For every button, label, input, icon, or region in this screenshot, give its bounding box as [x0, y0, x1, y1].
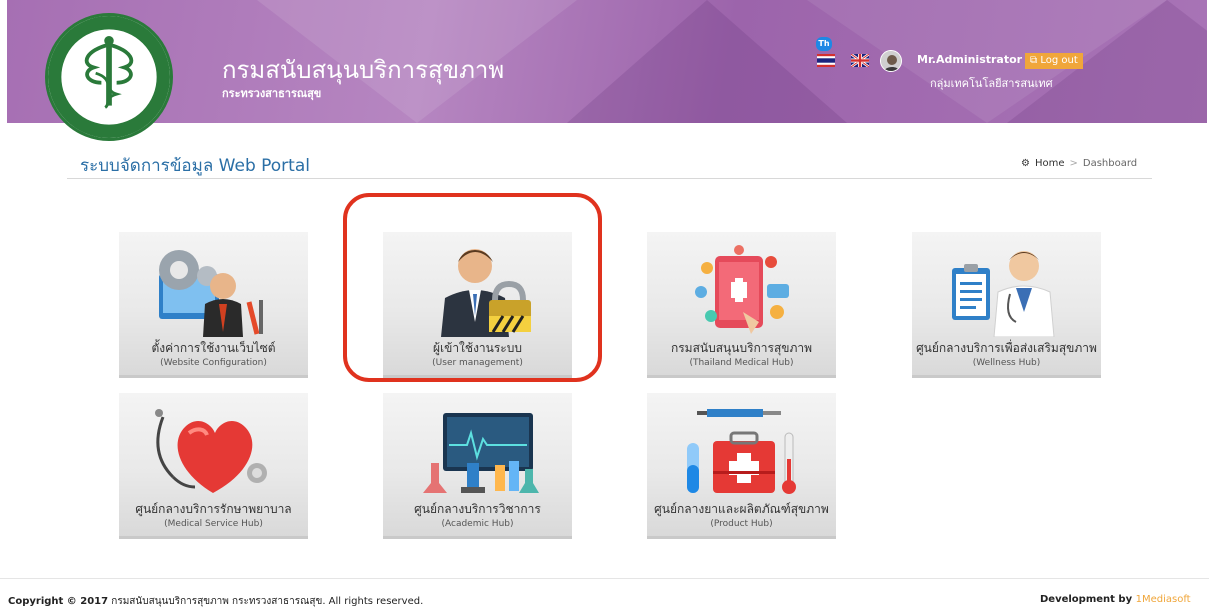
- tile-user-management[interactable]: ผู้เข้าใช้งานระบบ (User management): [383, 232, 572, 378]
- tile-product-hub[interactable]: ศูนย์กลางยาและผลิตภัณฑ์สุขภาพ (Product H…: [647, 393, 836, 539]
- tile-sublabel: (Product Hub): [710, 519, 773, 529]
- tile-sublabel: (Medical Service Hub): [164, 519, 263, 529]
- dashboard-icon: ⚙: [1021, 158, 1030, 169]
- medical-service-icon: [155, 409, 267, 493]
- logout-label: Log out: [1040, 55, 1078, 66]
- tile-label: ศูนย์กลางบริการวิชาการ: [414, 502, 541, 516]
- external-link-icon: ⧉: [1030, 55, 1038, 66]
- tile-label: ตั้งค่าการใช้งานเว็บไซต์: [151, 341, 276, 355]
- breadcrumb-current: Dashboard: [1082, 158, 1138, 169]
- tile-sublabel: (Website Configuration): [160, 358, 267, 368]
- tile-academic-hub[interactable]: ศูนย์กลางบริการวิชาการ (Academic Hub): [383, 393, 572, 539]
- tile-sublabel: (Thailand Medical Hub): [689, 358, 794, 368]
- wellness-hub-icon: [952, 251, 1055, 337]
- tile-wellness-hub[interactable]: ศูนย์กลางบริการเพื่อส่งเสริมสุขภาพ (Well…: [912, 232, 1101, 378]
- tile-thailand-medical-hub[interactable]: กรมสนับสนุนบริการสุขภาพ (Thailand Medica…: [647, 232, 836, 378]
- breadcrumb: ⚙ Home > Dashboard: [1021, 158, 1137, 169]
- copyright-prefix: Copyright © 2017: [8, 596, 109, 607]
- page-title: ระบบจัดการข้อมูล Web Portal: [80, 156, 310, 176]
- tile-sublabel: (User management): [432, 358, 523, 368]
- tile-sublabel: (Academic Hub): [441, 519, 514, 529]
- developer-credit: Development by 1Mediasoft: [1040, 594, 1191, 605]
- title-divider: [67, 178, 1152, 179]
- copyright: Copyright © 2017 กรมสนับสนุนบริการสุขภาพ…: [8, 594, 423, 609]
- tile-website-configuration[interactable]: ตั้งค่าการใช้งานเว็บไซต์ (Website Config…: [119, 232, 308, 378]
- breadcrumb-separator: >: [1069, 158, 1078, 169]
- tile-label: ศูนย์กลางบริการรักษาพยาบาล: [135, 502, 292, 516]
- product-hub-icon: [687, 409, 796, 494]
- medical-hub-icon: [695, 245, 789, 334]
- tile-medical-service-hub[interactable]: ศูนย์กลางบริการรักษาพยาบาล (Medical Serv…: [119, 393, 308, 539]
- logout-button[interactable]: ⧉ Log out: [1025, 53, 1083, 69]
- user-management-icon: [441, 249, 531, 337]
- tile-label: กรมสนับสนุนบริการสุขภาพ: [670, 341, 813, 355]
- website-config-icon: [159, 250, 263, 337]
- tile-label: ผู้เข้าใช้งานระบบ: [432, 341, 522, 355]
- breadcrumb-home[interactable]: Home: [1035, 158, 1065, 169]
- tile-label: ศูนย์กลางบริการเพื่อส่งเสริมสุขภาพ: [916, 341, 1097, 355]
- academic-hub-icon: [423, 413, 539, 493]
- department-name: กลุ่มเทคโนโลยีสารสนเทศ: [930, 77, 1053, 90]
- user-avatar[interactable]: [880, 50, 902, 72]
- tile-sublabel: (Wellness Hub): [972, 358, 1041, 368]
- ministry-logo[interactable]: [45, 13, 173, 141]
- language-badge[interactable]: Th: [816, 37, 832, 51]
- developer-link[interactable]: 1Mediasoft: [1136, 594, 1191, 605]
- site-subtitle: กระทรวงสาธารณสุข: [222, 87, 322, 100]
- footer-divider: [0, 578, 1209, 579]
- tile-label: ศูนย์กลางยาและผลิตภัณฑ์สุขภาพ: [654, 502, 829, 516]
- developer-prefix: Development by: [1040, 594, 1136, 605]
- copyright-text: กรมสนับสนุนบริการสุขภาพ กระทรวงสาธารณสุข…: [108, 596, 424, 607]
- uk-flag-icon[interactable]: [851, 54, 869, 67]
- thai-flag-icon[interactable]: [817, 54, 835, 67]
- user-name[interactable]: Mr.Administrator: [917, 53, 1022, 66]
